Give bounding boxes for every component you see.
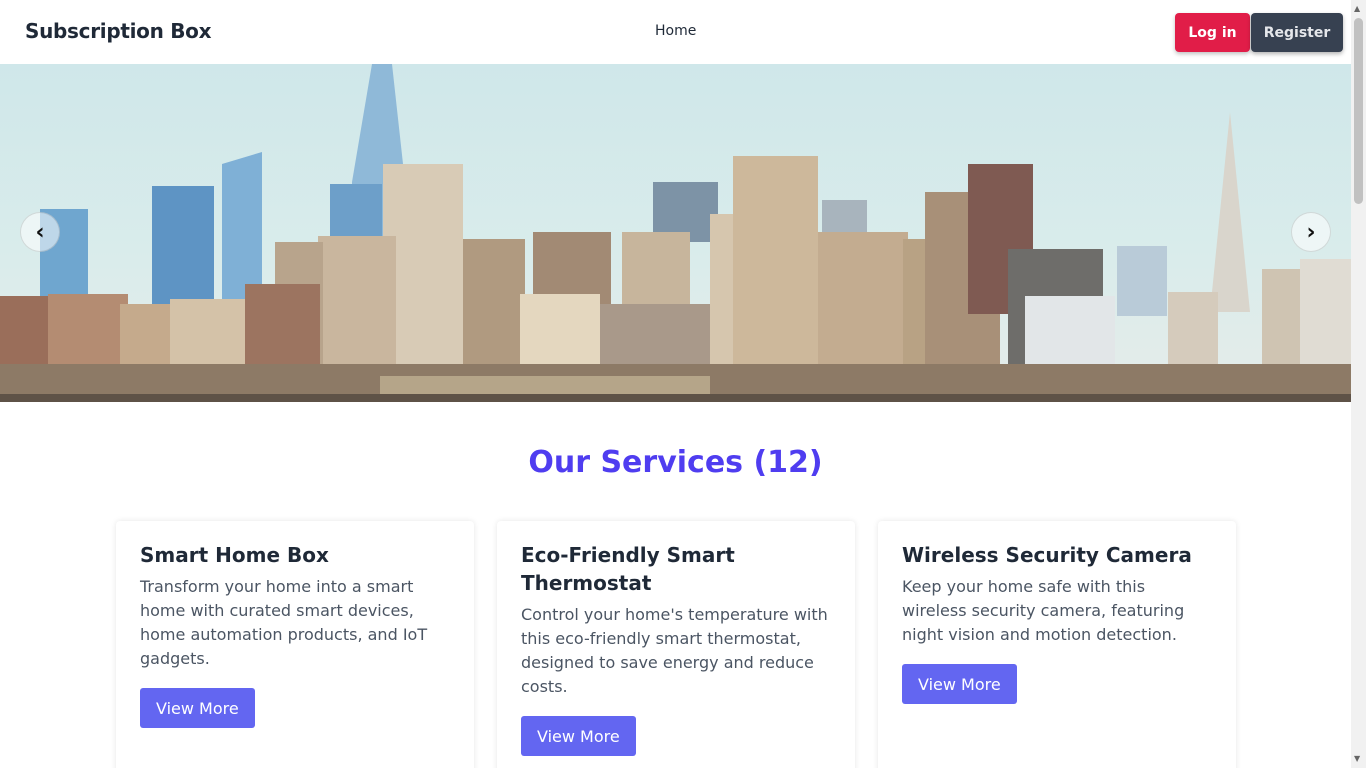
service-card-description: Control your home's temperature with thi… <box>521 605 828 696</box>
view-more-button[interactable]: View More <box>521 716 636 756</box>
register-button[interactable]: Register <box>1251 13 1343 52</box>
service-card-description: Transform your home into a smart home wi… <box>140 577 428 668</box>
hero-carousel: ‹ › <box>0 64 1351 402</box>
services-title: Our Services (12) <box>528 445 823 480</box>
brand-logo[interactable]: Subscription Box <box>25 19 212 43</box>
view-more-button[interactable]: View More <box>902 664 1017 704</box>
carousel-prev-button[interactable]: ‹ <box>20 212 60 252</box>
scroll-down-arrow-icon[interactable]: ▼ <box>1354 754 1360 763</box>
service-card: Eco-Friendly Smart Thermostat Control yo… <box>497 521 855 768</box>
city-skyline-image <box>0 64 1351 402</box>
navbar: Subscription Box Home Log in Register <box>0 0 1351 64</box>
scrollbar-thumb[interactable] <box>1354 18 1363 204</box>
service-card-title: Eco-Friendly Smart Thermostat <box>521 543 735 595</box>
scroll-up-arrow-icon[interactable]: ▲ <box>1354 4 1360 13</box>
service-card-title: Wireless Security Camera <box>902 543 1192 567</box>
nav-link-home[interactable]: Home <box>655 23 696 39</box>
page-scrollbar[interactable]: ▲ ▼ <box>1351 0 1366 768</box>
service-card-title: Smart Home Box <box>140 543 329 567</box>
service-card: Smart Home Box Transform your home into … <box>116 521 474 768</box>
login-button[interactable]: Log in <box>1175 13 1250 52</box>
service-card-description: Keep your home safe with this wireless s… <box>902 577 1185 644</box>
view-more-button[interactable]: View More <box>140 688 255 728</box>
carousel-next-button[interactable]: › <box>1291 212 1331 252</box>
service-card: Wireless Security Camera Keep your home … <box>878 521 1236 768</box>
